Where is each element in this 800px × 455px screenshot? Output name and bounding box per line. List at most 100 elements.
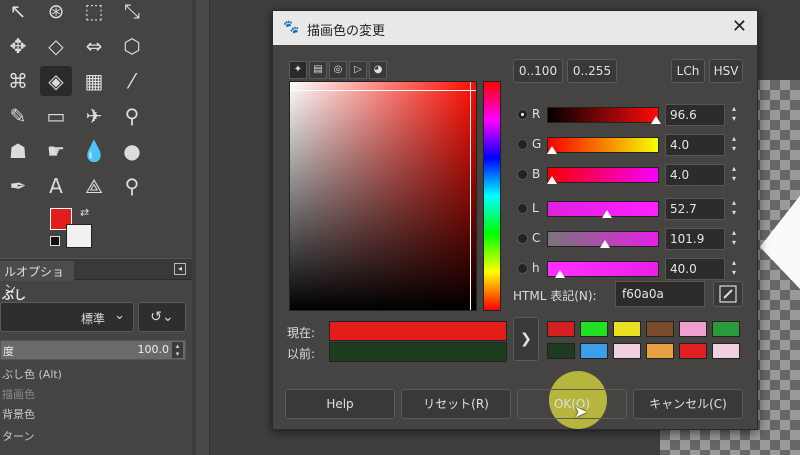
cmyk-selector-tab[interactable]: ▤ [309,61,327,79]
channel-value-input[interactable]: 52.7 [665,198,725,220]
reset-mode-button[interactable]: ↺⌄ [138,302,186,332]
channel-row-b: B 4.0 ▴ ▾ [513,163,759,187]
blur-tool-icon[interactable]: 💧 [78,136,110,166]
move-tool-icon[interactable]: ✥ [2,31,34,61]
history-color-swatch[interactable] [613,343,641,359]
eraser-icon[interactable]: ▭ [40,101,72,131]
channel-radio[interactable] [517,169,528,180]
slider-marker[interactable] [555,270,566,278]
channel-slider[interactable] [547,231,659,248]
zoom-tool-icon[interactable]: ⚲ [116,171,148,201]
history-color-swatch[interactable] [547,343,575,359]
current-color-label: 現在: [287,326,316,340]
option-line[interactable]: ぶし色 (Alt) [2,366,62,382]
channel-radio[interactable] [517,233,528,244]
channel-slider[interactable] [547,261,659,278]
channel-radio[interactable] [517,263,528,274]
channel-spinner[interactable]: ▴ ▾ [727,198,741,220]
history-color-swatch[interactable] [613,321,641,337]
slider-marker[interactable] [651,116,662,124]
channel-slider[interactable] [547,167,659,184]
gradient-tool-icon[interactable]: ▦ [78,66,110,96]
channel-value-input[interactable]: 4.0 [665,164,725,186]
option-line[interactable]: 背景色 [2,406,35,422]
channel-spinner[interactable]: ▴ ▾ [727,228,741,250]
airbrush-icon[interactable]: ✈ [78,101,110,131]
dodge-burn-icon[interactable]: ● [116,136,148,166]
bucket-fill-icon[interactable]: ◈ [40,66,72,96]
paintbrush-icon[interactable]: ⁄ [116,66,148,96]
warp-tool-icon[interactable]: ⌘ [2,66,34,96]
channel-spinner[interactable]: ▴ ▾ [727,258,741,280]
history-color-swatch[interactable] [712,343,740,359]
text-tool-icon[interactable]: A [40,171,72,201]
history-color-swatch[interactable] [712,321,740,337]
channel-row-c: C 101.9 ▴ ▾ [513,227,759,251]
channel-radio[interactable] [517,109,528,120]
history-color-swatch[interactable] [646,321,674,337]
slider-marker[interactable] [602,210,613,218]
option-line[interactable]: 描画色 [2,386,35,402]
history-color-swatch[interactable] [679,343,707,359]
fuzzy-select-icon[interactable]: ⊛ [40,0,72,26]
history-color-swatch[interactable] [646,343,674,359]
ok-button[interactable]: OK(O) [517,389,627,419]
history-color-swatch[interactable] [547,321,575,337]
slider-marker[interactable] [547,146,558,154]
cancel-button[interactable]: キャンセル(C) [633,389,743,419]
tab-tool-options[interactable]: ルオプション [0,261,74,296]
saturation-value-area[interactable] [289,81,477,311]
channel-value-input[interactable]: 4.0 [665,134,725,156]
mode-dropdown[interactable]: 標準 ⌄ [0,302,134,332]
channel-slider[interactable] [547,201,659,218]
channel-value-input[interactable]: 101.9 [665,228,725,250]
channel-radio[interactable] [517,203,528,214]
background-color-swatch[interactable] [66,224,92,248]
perspective-tool-icon[interactable]: ◇ [40,31,72,61]
help-button[interactable]: Help [285,389,395,419]
flip-tool-icon[interactable]: ⇔ [78,31,110,61]
reset-button[interactable]: リセット(R) [401,389,511,419]
channel-radio[interactable] [517,139,528,150]
wheel-selector-tab[interactable]: ▷ [349,61,367,79]
dialog-title: 描画色の変更 [307,24,386,39]
crop-tool-icon[interactable]: ⬚ [78,0,110,26]
slider-marker[interactable] [600,240,611,248]
default-colors-icon[interactable] [50,236,60,246]
channel-slider[interactable] [547,107,662,124]
smudge-tool-icon[interactable]: ☛ [40,136,72,166]
channel-spinner[interactable]: ▴ ▾ [727,104,741,126]
opacity-spinner[interactable]: ▴ ▾ [172,342,183,358]
pencil-icon[interactable]: ✎ [2,101,34,131]
gimp-selector-tab[interactable]: ✦ [289,61,307,79]
opacity-slider[interactable]: 度 100.0 ▴ ▾ [0,340,186,360]
color-selector-tabs: ✦ ▤ ◎ ▷ ◕ [289,61,387,79]
channel-spinner[interactable]: ▴ ▾ [727,134,741,156]
option-line[interactable]: ターン [2,428,34,444]
html-notation-input[interactable]: f60a0a [615,281,705,307]
channel-spinner[interactable]: ▴ ▾ [727,164,741,186]
scale-tool-icon[interactable]: ↖ [2,0,34,26]
rotate-tool-icon[interactable]: ⤡ [116,0,148,26]
paths-tool-icon[interactable]: ✒ [2,171,34,201]
color-picker-button[interactable] [713,281,743,307]
history-color-swatch[interactable] [679,321,707,337]
history-color-swatch[interactable] [580,321,608,337]
mouse-cursor-icon: ➤ [574,402,588,421]
measure-tool-icon[interactable]: ⟁ [78,171,110,201]
channel-slider[interactable] [547,137,659,154]
previous-color-swatch[interactable] [329,342,507,362]
channel-value-input[interactable]: 96.6 [665,104,725,126]
hue-strip[interactable] [483,81,501,311]
watercolor-selector-tab[interactable]: ◎ [329,61,347,79]
palette-selector-tab[interactable]: ◕ [369,61,387,79]
tab-menu-icon[interactable]: ◂ [174,263,186,275]
swap-colors-icon[interactable]: ⇄ [80,206,89,219]
history-color-swatch[interactable] [580,343,608,359]
add-to-history-button[interactable]: ❯ [513,317,539,361]
heal-tool-icon[interactable]: ☗ [2,136,34,166]
cage-tool-icon[interactable]: ⬡ [116,31,148,61]
channel-value-input[interactable]: 40.0 [665,258,725,280]
clone-tool-icon[interactable]: ⚲ [116,101,148,131]
slider-marker[interactable] [547,176,558,184]
